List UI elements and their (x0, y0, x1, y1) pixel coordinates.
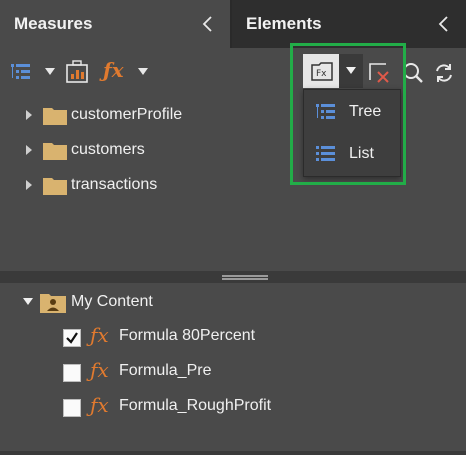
formula-label: Formula_RoughProfit (119, 397, 272, 414)
folder-label: customers (71, 141, 145, 158)
chevron-left-icon[interactable] (200, 14, 216, 34)
my-content-label: My Content (71, 293, 153, 310)
panel-splitter[interactable] (0, 271, 466, 283)
tab-elements-label: Elements (246, 14, 322, 33)
folder-label: customerProfile (71, 106, 183, 123)
fx-icon: ƒx (90, 393, 109, 417)
formula-row[interactable]: ƒx Formula_RoughProfit (0, 391, 466, 425)
chevron-left-icon[interactable] (436, 14, 452, 34)
fx-icon: ƒx (90, 323, 109, 347)
hierarchy-dropdown-caret[interactable] (45, 68, 55, 75)
splitter-grip (222, 275, 268, 277)
view-mode-menu: Tree List (303, 89, 401, 177)
refresh-icon[interactable] (433, 62, 455, 84)
svg-text:Fx: Fx (316, 69, 327, 79)
my-content-row[interactable]: My Content (0, 287, 466, 321)
menu-item-label: Tree (349, 103, 382, 120)
fx-icon[interactable]: ƒx (103, 58, 124, 82)
formula-row[interactable]: ƒx Formula_Pre (0, 356, 466, 390)
list-view-icon (316, 146, 335, 161)
folder-icon (43, 108, 67, 125)
formula-label: Formula_Pre (119, 362, 212, 379)
folder-icon (43, 143, 67, 160)
my-content-panel: My Content ƒx Formula 80Percent ƒx Formu… (0, 283, 466, 455)
expand-arrow-icon[interactable] (26, 180, 32, 190)
tab-measures-label: Measures (14, 14, 93, 33)
menu-item-list[interactable]: List (304, 133, 400, 175)
splitter-grip (222, 278, 268, 280)
menu-item-label: List (349, 145, 374, 162)
hierarchy-icon[interactable] (10, 62, 32, 82)
folder-fx-icon: Fx (311, 62, 333, 81)
search-icon[interactable] (402, 62, 424, 84)
tab-elements[interactable]: Elements (232, 0, 466, 48)
calculator-icon[interactable] (64, 60, 90, 84)
checkbox[interactable] (63, 399, 81, 417)
fx-icon: ƒx (90, 358, 109, 382)
menu-item-tree[interactable]: Tree (304, 91, 400, 133)
expand-arrow-icon[interactable] (26, 110, 32, 120)
expand-arrow-icon[interactable] (26, 145, 32, 155)
close-icon[interactable] (368, 62, 390, 84)
checkbox[interactable] (63, 364, 81, 382)
collapse-arrow-icon[interactable] (23, 298, 33, 305)
folder-label: transactions (71, 176, 158, 193)
fx-dropdown-caret[interactable] (138, 68, 148, 75)
view-mode-dropdown-toggle[interactable] (339, 54, 363, 88)
checkmark-icon (66, 332, 78, 344)
formula-label: Formula 80Percent (119, 327, 256, 344)
tree-view-icon (316, 104, 335, 119)
formula-row[interactable]: ƒx Formula 80Percent (0, 321, 466, 355)
tab-measures[interactable]: Measures (0, 0, 230, 48)
checkbox-checked[interactable] (63, 329, 81, 347)
folder-icon (43, 178, 67, 195)
chevron-down-icon (346, 67, 356, 74)
tab-bar: Measures Elements (0, 0, 466, 48)
user-folder-icon (40, 294, 66, 313)
panel-bottom-edge (0, 451, 466, 455)
view-mode-button[interactable]: Fx (303, 54, 363, 88)
